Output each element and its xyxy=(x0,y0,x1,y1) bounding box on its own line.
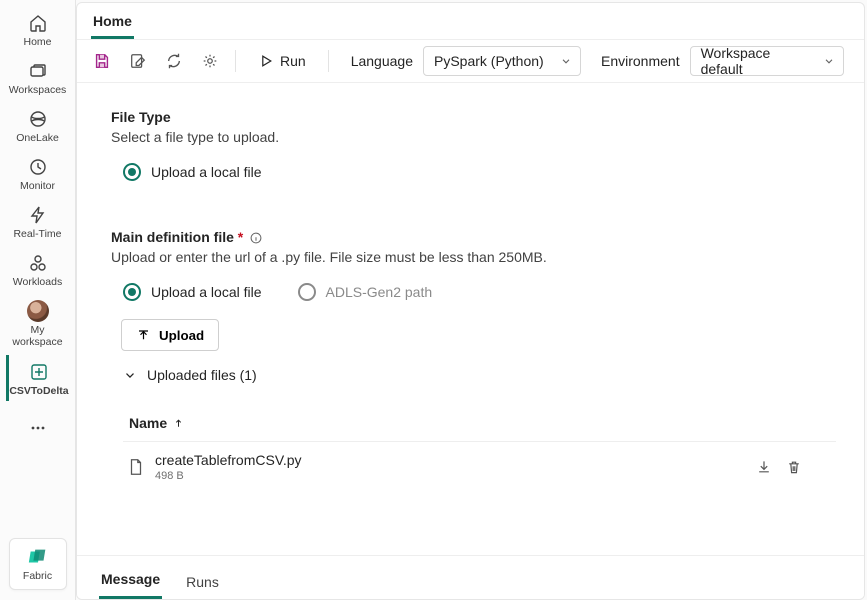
nav-onelake[interactable]: OneLake xyxy=(6,102,70,148)
tab-message[interactable]: Message xyxy=(99,561,162,599)
delete-button[interactable] xyxy=(786,459,802,475)
refresh-button[interactable] xyxy=(161,48,187,74)
sparkle-icon xyxy=(28,361,50,383)
home-icon xyxy=(27,12,49,34)
nav-csvtodelta[interactable]: CSVToDelta xyxy=(6,355,70,401)
upload-button-label: Upload xyxy=(159,328,204,343)
required-indicator: * xyxy=(238,229,243,245)
filetype-title: File Type xyxy=(111,109,836,125)
nav-home[interactable]: Home xyxy=(6,6,70,52)
nav-realtime[interactable]: Real-Time xyxy=(6,198,70,244)
upload-icon xyxy=(136,328,151,343)
maindef-option-adls-label: ADLS-Gen2 path xyxy=(326,284,433,300)
maindef-subtitle: Upload or enter the url of a .py file. F… xyxy=(111,249,836,265)
filetype-subtitle: Select a file type to upload. xyxy=(111,129,836,145)
chevron-down-icon xyxy=(123,368,137,382)
nav-realtime-label: Real-Time xyxy=(13,228,61,240)
language-select[interactable]: PySpark (Python) xyxy=(423,46,581,76)
nav-monitor[interactable]: Monitor xyxy=(6,150,70,196)
breadcrumb-home[interactable]: Home xyxy=(91,9,134,39)
nav-my-workspace-label: My workspace xyxy=(6,324,70,348)
radio-icon xyxy=(123,283,141,301)
breadcrumb: Home xyxy=(77,3,864,40)
info-icon[interactable] xyxy=(249,231,263,245)
main-panel: Home Run Language PySpark (Python) Envir… xyxy=(76,2,865,600)
nav-workspaces-label: Workspaces xyxy=(9,84,67,96)
uploaded-files-header: Uploaded files (1) xyxy=(147,367,257,383)
language-value: PySpark (Python) xyxy=(434,53,544,69)
nav-monitor-label: Monitor xyxy=(20,180,55,192)
workspaces-icon xyxy=(27,60,49,82)
nav-csvtodelta-label: CSVToDelta xyxy=(9,385,68,397)
play-icon xyxy=(258,53,274,69)
maindef-option-local[interactable]: Upload a local file xyxy=(111,279,262,305)
nav-my-workspace[interactable]: My workspace xyxy=(6,294,70,352)
nav-home-label: Home xyxy=(23,36,51,48)
maindef-title: Main definition file * xyxy=(111,229,836,245)
radio-icon xyxy=(298,283,316,301)
content-area: File Type Select a file type to upload. … xyxy=(77,83,864,555)
environment-select[interactable]: Workspace default xyxy=(690,46,844,76)
run-button[interactable]: Run xyxy=(248,49,316,73)
nav-fabric-label: Fabric xyxy=(23,570,52,582)
download-button[interactable] xyxy=(756,459,772,475)
toolbar: Run Language PySpark (Python) Environmen… xyxy=(77,40,864,83)
upload-button[interactable]: Upload xyxy=(121,319,219,351)
bottom-tabs: Message Runs xyxy=(77,555,864,599)
realtime-icon xyxy=(27,204,49,226)
file-row: createTablefromCSV.py 498 B xyxy=(123,441,836,492)
maindef-option-adls[interactable]: ADLS-Gen2 path xyxy=(286,279,433,305)
file-size: 498 B xyxy=(155,470,756,482)
radio-icon xyxy=(123,163,141,181)
toolbar-separator xyxy=(235,50,236,72)
more-icon xyxy=(27,417,49,439)
chevron-down-icon xyxy=(823,55,835,67)
avatar xyxy=(27,300,49,322)
chevron-down-icon xyxy=(560,55,572,67)
fabric-icon xyxy=(27,546,49,568)
language-label: Language xyxy=(351,53,413,69)
file-name: createTablefromCSV.py xyxy=(155,452,756,468)
workloads-icon xyxy=(27,252,49,274)
file-icon xyxy=(127,458,145,476)
nav-workspaces[interactable]: Workspaces xyxy=(6,54,70,100)
maindef-option-local-label: Upload a local file xyxy=(151,284,262,300)
edit-button[interactable] xyxy=(125,48,151,74)
environment-value: Workspace default xyxy=(701,45,813,77)
environment-label: Environment xyxy=(601,53,680,69)
run-label: Run xyxy=(280,53,306,69)
nav-onelake-label: OneLake xyxy=(16,132,59,144)
sort-asc-icon xyxy=(173,418,184,429)
uploaded-files-list: Name createTablefromCSV.py 498 B xyxy=(111,407,836,492)
save-button[interactable] xyxy=(89,48,115,74)
nav-workloads-label: Workloads xyxy=(13,276,62,288)
left-nav-rail: Home Workspaces OneLake Monitor Real-Tim… xyxy=(0,0,76,600)
settings-button[interactable] xyxy=(197,48,223,74)
nav-workloads[interactable]: Workloads xyxy=(6,246,70,292)
filetype-option-local[interactable]: Upload a local file xyxy=(111,159,836,185)
nav-more[interactable] xyxy=(6,411,70,443)
filetype-option-local-label: Upload a local file xyxy=(151,164,262,180)
toolbar-separator xyxy=(328,50,329,72)
onelake-icon xyxy=(27,108,49,130)
tab-runs[interactable]: Runs xyxy=(184,564,221,599)
monitor-icon xyxy=(27,156,49,178)
nav-fabric[interactable]: Fabric xyxy=(9,538,67,590)
uploaded-files-toggle[interactable]: Uploaded files (1) xyxy=(111,363,836,387)
name-column-header[interactable]: Name xyxy=(123,407,836,441)
